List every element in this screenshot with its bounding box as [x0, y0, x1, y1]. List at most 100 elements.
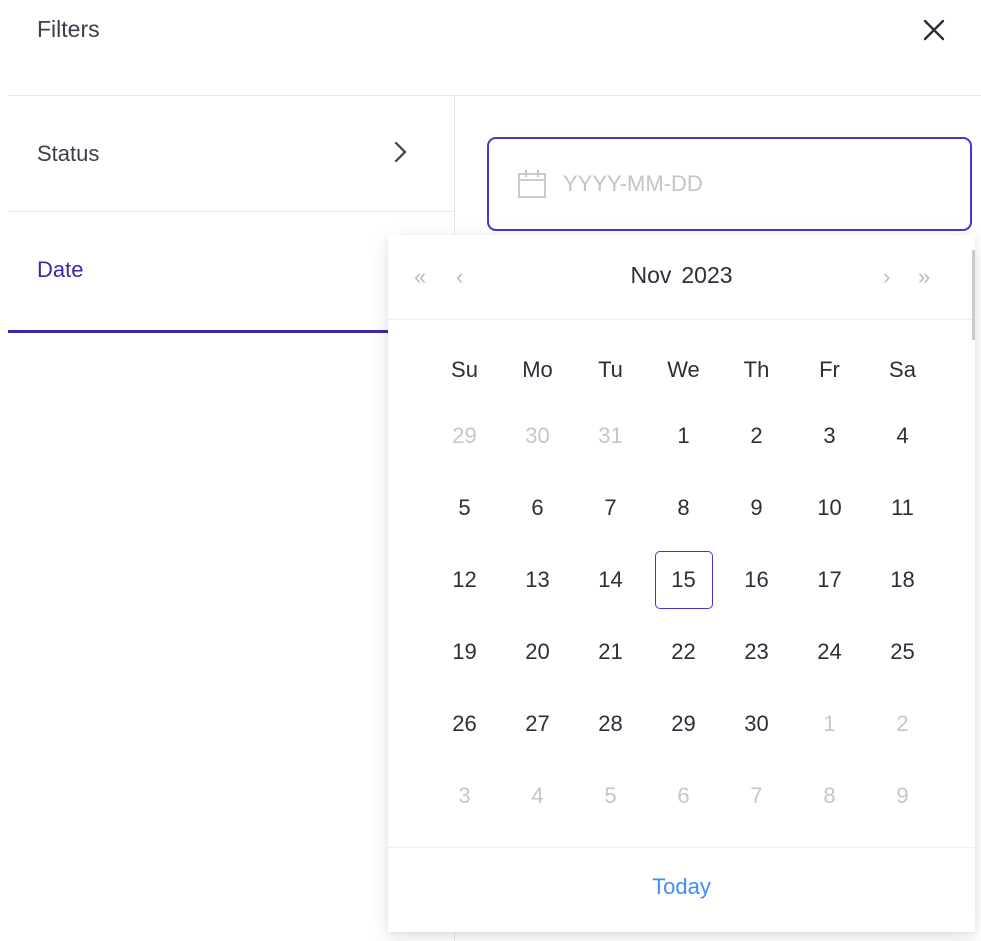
calendar-day[interactable]: 29: [647, 688, 720, 760]
calendar-day[interactable]: 25: [866, 616, 939, 688]
calendar-day-label: 9: [896, 783, 909, 808]
calendar-day[interactable]: 12: [428, 544, 501, 616]
calendar-day-label: 4: [896, 423, 909, 448]
weekday-header: Tu: [598, 357, 623, 382]
calendar-day-label: 17: [817, 567, 842, 592]
year-select[interactable]: 2023: [681, 262, 732, 288]
calendar-day-today[interactable]: 15: [647, 544, 720, 616]
sidebar-item-label: Date: [37, 257, 84, 282]
calendar-day[interactable]: 4: [501, 760, 574, 832]
calendar-day-label: 5: [458, 495, 471, 520]
page-title: Filters: [37, 16, 100, 42]
calendar-day[interactable]: 21: [574, 616, 647, 688]
calendar-day[interactable]: 17: [793, 544, 866, 616]
calendar-day-label: 14: [598, 567, 623, 592]
calendar-day[interactable]: 3: [428, 760, 501, 832]
close-button[interactable]: [916, 12, 952, 48]
calendar-icon: [518, 170, 546, 198]
calendar-day-label: 30: [744, 711, 769, 736]
calendar-day[interactable]: 14: [574, 544, 647, 616]
calendar-day-label: 29: [671, 711, 696, 736]
calendar-day[interactable]: 11: [866, 472, 939, 544]
weekday-header: Th: [743, 357, 770, 382]
calendar-day[interactable]: 27: [501, 688, 574, 760]
sidebar-item-status[interactable]: Status: [8, 97, 454, 212]
calendar-day-label: 29: [452, 423, 477, 448]
calendar-day[interactable]: 2: [720, 400, 793, 472]
calendar-day[interactable]: 4: [866, 400, 939, 472]
calendar-day-label: 1: [677, 423, 690, 448]
header-divider: [8, 95, 981, 96]
calendar-day[interactable]: 10: [793, 472, 866, 544]
calendar-day-label: 13: [525, 567, 550, 592]
calendar-day[interactable]: 22: [647, 616, 720, 688]
calendar-day-label: 24: [817, 639, 842, 664]
calendar-day-label: 22: [671, 639, 696, 664]
calendar-day[interactable]: 1: [647, 400, 720, 472]
calendar-day-label: 21: [598, 639, 623, 664]
calendar-day-label: 23: [744, 639, 769, 664]
weekday-header: We: [667, 357, 700, 382]
calendar-day[interactable]: 13: [501, 544, 574, 616]
calendar-day[interactable]: 16: [720, 544, 793, 616]
calendar-day[interactable]: 30: [501, 400, 574, 472]
calendar-day[interactable]: 20: [501, 616, 574, 688]
calendar-day[interactable]: 24: [793, 616, 866, 688]
calendar-day[interactable]: 3: [793, 400, 866, 472]
weekday-header: Su: [451, 357, 478, 382]
calendar-day-label: 20: [525, 639, 550, 664]
date-input[interactable]: [563, 169, 943, 199]
calendar-day[interactable]: 26: [428, 688, 501, 760]
calendar-day[interactable]: 6: [647, 760, 720, 832]
calendar-day[interactable]: 18: [866, 544, 939, 616]
calendar-day-label: 9: [750, 495, 763, 520]
next-month-button[interactable]: ›: [883, 264, 890, 290]
calendar-day-label: 11: [891, 495, 914, 520]
calendar-day-label: 2: [750, 423, 763, 448]
weekday-header: Sa: [889, 357, 916, 382]
calendar-day-label: 18: [890, 567, 915, 592]
calendar-day[interactable]: 8: [793, 760, 866, 832]
sidebar-item-label: Status: [37, 141, 100, 166]
calendar-day-label: 6: [677, 783, 690, 808]
calendar-day[interactable]: 2: [866, 688, 939, 760]
date-field[interactable]: [487, 137, 972, 231]
calendar-grid: Su Mo Tu We Th Fr Sa 29 30 31 1 2 3 4 5 6 7 8 9 10 11 12 13 14 1…: [428, 340, 938, 832]
calendar-day[interactable]: 28: [574, 688, 647, 760]
calendar-day-label: 8: [677, 495, 690, 520]
today-button[interactable]: Today: [388, 874, 975, 900]
calendar-day[interactable]: 8: [647, 472, 720, 544]
calendar-day[interactable]: 30: [720, 688, 793, 760]
calendar-day[interactable]: 9: [866, 760, 939, 832]
scrollbar[interactable]: [972, 250, 975, 340]
calendar-day-label: 30: [525, 423, 550, 448]
calendar-day-label: 15: [654, 551, 713, 609]
calendar-day-label: 7: [604, 495, 617, 520]
chevron-right-icon: [394, 141, 407, 163]
calendar-day[interactable]: 19: [428, 616, 501, 688]
calendar-day-label: 25: [890, 639, 915, 664]
calendar-day[interactable]: 7: [720, 760, 793, 832]
calendar-day-label: 26: [452, 711, 477, 736]
calendar-day[interactable]: 29: [428, 400, 501, 472]
calendar-day-label: 28: [598, 711, 623, 736]
calendar-day[interactable]: 31: [574, 400, 647, 472]
calendar-day-label: 1: [823, 711, 836, 736]
calendar-day-label: 7: [750, 783, 763, 808]
calendar-day[interactable]: 5: [428, 472, 501, 544]
calendar-day[interactable]: 1: [793, 688, 866, 760]
calendar-day[interactable]: 7: [574, 472, 647, 544]
next-year-button[interactable]: »: [918, 264, 930, 290]
calendar-day[interactable]: 23: [720, 616, 793, 688]
calendar-footer: Today: [388, 847, 975, 933]
weekday-header: Mo: [522, 357, 553, 382]
calendar-day-label: 10: [817, 495, 842, 520]
calendar-day[interactable]: 9: [720, 472, 793, 544]
calendar-day-label: 3: [823, 423, 836, 448]
calendar-day[interactable]: 6: [501, 472, 574, 544]
month-select[interactable]: Nov: [630, 262, 671, 288]
calendar-day-label: 19: [452, 639, 477, 664]
calendar-day[interactable]: 5: [574, 760, 647, 832]
calendar-day-label: 2: [896, 711, 909, 736]
calendar-day-label: 12: [452, 567, 477, 592]
